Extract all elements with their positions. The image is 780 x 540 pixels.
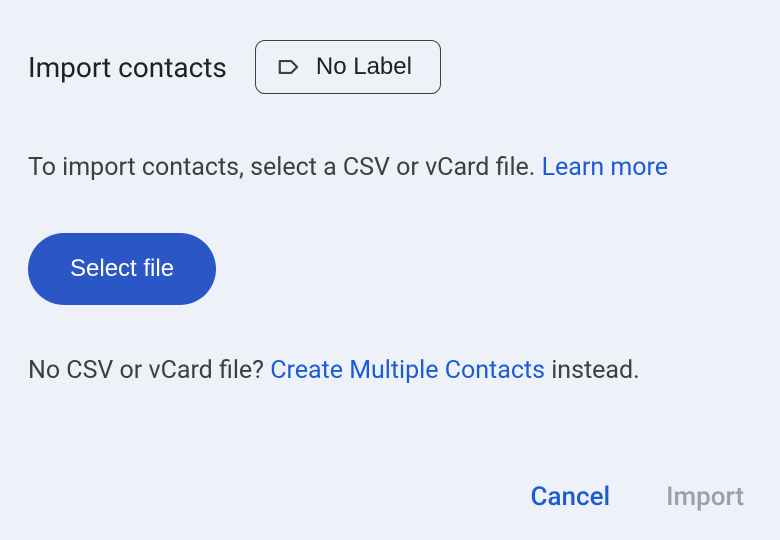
create-multiple-contacts-link[interactable]: Create Multiple Contacts — [270, 356, 545, 385]
label-selector-chip[interactable]: No Label — [255, 40, 441, 94]
select-file-button[interactable]: Select file — [28, 233, 216, 305]
dialog-footer: Cancel Import — [531, 482, 744, 512]
label-chip-text: No Label — [316, 53, 412, 81]
import-button: Import — [666, 482, 744, 512]
alt-text-prefix: No CSV or vCard file? — [28, 356, 270, 385]
import-description: To import contacts, select a CSV or vCar… — [28, 150, 752, 185]
alt-text-suffix: instead. — [545, 356, 640, 385]
dialog-header: Import contacts No Label — [28, 40, 752, 94]
cancel-button[interactable]: Cancel — [531, 482, 611, 512]
description-text: To import contacts, select a CSV or vCar… — [28, 153, 542, 182]
dialog-title: Import contacts — [28, 51, 227, 84]
learn-more-link[interactable]: Learn more — [542, 153, 668, 182]
label-icon — [276, 54, 302, 80]
alternative-text: No CSV or vCard file? Create Multiple Co… — [28, 353, 752, 388]
